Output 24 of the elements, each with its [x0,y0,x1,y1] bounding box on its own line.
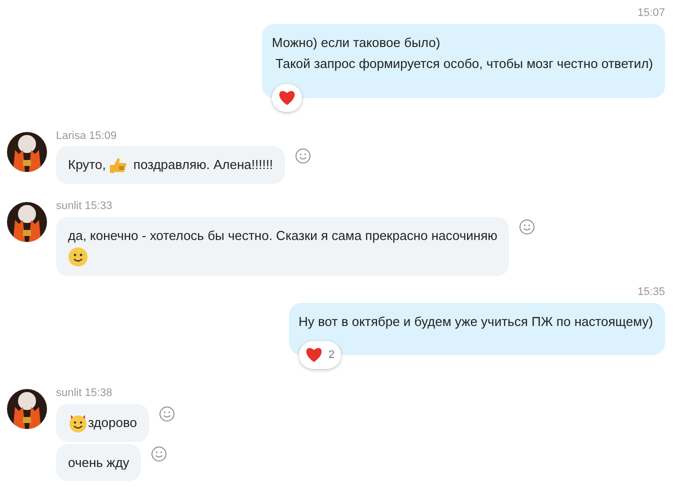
message-text: поздравляю. Алена!!!!!! [132,156,274,174]
heart-icon [304,347,323,363]
heart-reaction[interactable]: 2 [298,341,341,369]
sender-time: sunlit 15:33 [56,199,114,214]
smiley-icon [68,247,88,267]
message-time: 15:35 [637,285,665,300]
sender-time: sunlit 15:38 [56,386,114,401]
sender-time: Larisa 15:09 [56,128,118,144]
add-reaction-icon[interactable] [519,218,536,234]
message-text: очень жду [68,454,130,472]
message-text: да, конечно - хотелось бы честно. Сказки я сама прекрасно насочиняю [68,226,498,245]
message-time: 15:07 [637,6,665,21]
add-reaction-icon[interactable] [158,406,175,422]
message-text: здорово [88,414,137,432]
add-reaction-icon[interactable] [295,148,312,164]
heart-icon [278,90,296,106]
thumbs-up-icon [108,155,128,175]
horned-smiley-icon [68,412,88,432]
message-text: Такой запрос формируется особо, чтобы мозг честно ответил) [274,55,653,73]
message-text: Круто, [68,156,106,174]
message-text: Ну вот в октябре и будем уже учиться ПЖ по настоящему) [298,312,653,331]
add-reaction-icon[interactable] [151,446,168,462]
reaction-count: 2 [328,348,335,363]
message-text: Можно) если таковое было) [272,34,440,52]
